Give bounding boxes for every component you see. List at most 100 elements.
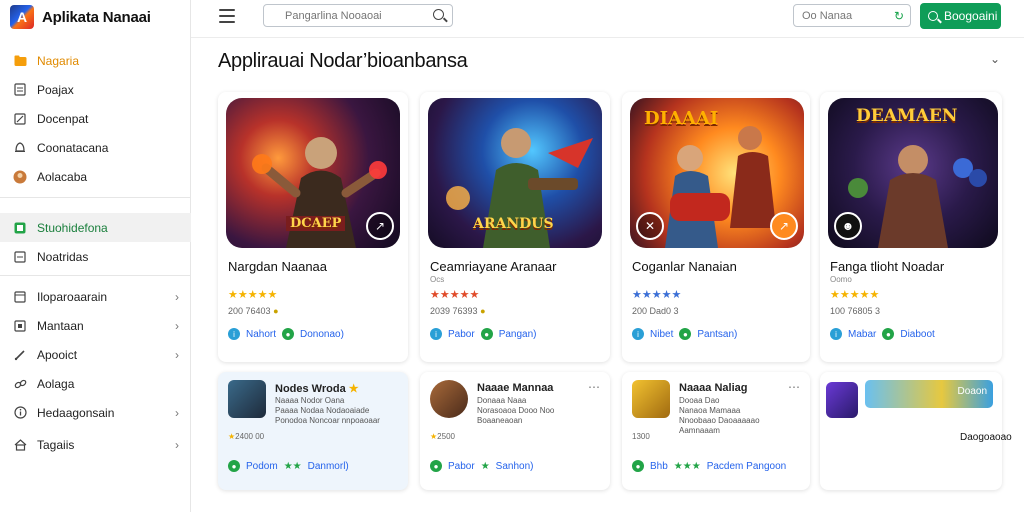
launch-badge-icon[interactable]: ↗ (770, 212, 798, 240)
list-card[interactable]: Nodes Wroda ★ Naaaa Nodor Oana Paaaa Nod… (218, 372, 408, 490)
logo-icon: A (10, 5, 34, 29)
sidebar-item-aolaga[interactable]: Aolaga (0, 369, 191, 398)
game-logo-text: ARANDUS (473, 216, 554, 232)
leaf-icon: ● (632, 460, 644, 472)
card-title[interactable]: Naaaa Naliag (679, 382, 747, 394)
link-icon (13, 377, 27, 391)
sidebar-item-label: Docenpat (37, 111, 89, 126)
bell-icon (13, 141, 27, 155)
more-options-icon[interactable]: ⋯ (588, 380, 600, 394)
app-thumbnail: ARANDUS (428, 98, 602, 248)
chevron-right-icon: › (175, 405, 179, 420)
refresh-icon[interactable]: ↻ (894, 9, 904, 23)
search-icon (928, 11, 938, 21)
chevron-down-icon[interactable]: ⌄ (990, 52, 1000, 66)
studio-badge-icon[interactable]: ☻ (834, 212, 862, 240)
folder-icon (13, 54, 27, 68)
page-title: Applirauai Nodar’bioanbansa (218, 50, 468, 72)
card-title[interactable]: Ceamriayane Aranaar (430, 259, 556, 274)
app-card[interactable]: DEAMAEN ☻ Fanga tlioht Noadar Oomo ★★★★★… (820, 92, 1002, 362)
edit-icon (13, 112, 27, 126)
app-logo[interactable]: A Aplikata Nanaai (10, 4, 151, 30)
app-card[interactable]: DIAAAI ✕ ↗ Coganlar Nanaian ★★★★★ 200 Da… (622, 92, 810, 362)
promo-banner[interactable]: Doaon (865, 380, 993, 408)
avatar-icon (13, 170, 27, 184)
search-input[interactable] (285, 9, 435, 22)
tools-badge-icon[interactable]: ✕ (636, 212, 664, 240)
leaf-icon: ● (228, 460, 240, 472)
card-footer[interactable]: i Nahort ● Dononao) (228, 328, 344, 340)
more-options-icon[interactable]: ⋯ (788, 380, 800, 394)
card-title[interactable]: Fanga tlioht Noadar (830, 259, 944, 274)
sidebar-item-coonatacana[interactable]: Coonatacana (0, 133, 191, 162)
sidebar-item-label: Hedaagonsain (37, 405, 115, 420)
sidebar-item-noatridas[interactable]: Noatridas (0, 242, 191, 271)
sidebar-item-iloparoaarain[interactable]: Iloparoaarain › (0, 282, 191, 311)
sidebar-item-tagaiis[interactable]: Tagaiis › (0, 430, 191, 459)
sidebar-item-label: Stuohidefona (37, 220, 108, 235)
info-icon: i (830, 328, 842, 340)
box-icon (13, 290, 27, 304)
sidebar-item-nagaria[interactable]: Nagaria (0, 46, 191, 75)
sidebar: A Aplikata Nanaai Nagaria Poajax Docenpa… (0, 0, 191, 512)
sidebar-item-label: Tagaiis (37, 437, 75, 452)
info-icon: i (632, 328, 644, 340)
sidebar-item-apooict[interactable]: Apooict › (0, 340, 191, 369)
filter-select[interactable]: Oo Nanaa ↻ (793, 4, 911, 27)
card-subtitle: Oomo (830, 275, 852, 284)
search-icon[interactable] (433, 9, 444, 20)
sidebar-item-aolacaba[interactable]: Aolacaba (0, 162, 191, 191)
leaf-icon: ● (430, 460, 442, 472)
leaf-icon: ● (282, 328, 295, 340)
app-thumbnail: DCAEP ↗ (226, 98, 400, 248)
sidebar-divider (0, 197, 191, 198)
sidebar-divider (0, 275, 191, 276)
sidebar-item-docenpat[interactable]: Docenpat (0, 104, 191, 133)
card-description: Donaaa Naaa Norasoaoa Dooo Noo Boaaneaoa… (477, 396, 555, 425)
leaf-icon: ● (480, 328, 493, 340)
sidebar-item-label: Iloparoaarain (37, 289, 108, 304)
search-box[interactable] (263, 4, 453, 27)
info-icon (13, 406, 27, 420)
play-badge-icon[interactable]: ↗ (366, 212, 394, 240)
card-title[interactable]: Naaae Mannaa (477, 382, 553, 394)
card-meta: ★2400 00 (228, 432, 265, 441)
card-meta: 2039 76393 ● (430, 306, 486, 316)
app-card[interactable]: DCAEP ↗ Nargdan Naanaa ★★★★★ 200 76403 ●… (218, 92, 408, 362)
game-logo-text: DIAAAI (644, 108, 719, 129)
box-icon (13, 319, 27, 333)
sidebar-item-label: Apooict (37, 347, 78, 362)
search-button-label: Boogoaini (944, 9, 998, 23)
card-footer[interactable]: ● Pabor ★ Sanhon) (430, 460, 533, 472)
card-footer[interactable]: ● Podom ★★ Danmorl) (228, 460, 349, 472)
app-thumbnail: DEAMAEN ☻ (828, 98, 998, 248)
sidebar-item-hedaagonsain[interactable]: Hedaagonsain › (0, 398, 191, 427)
search-button[interactable]: Boogoaini (920, 3, 1001, 29)
avatar (826, 382, 858, 418)
sidebar-item-mantaan[interactable]: Mantaan › (0, 311, 191, 340)
app-card[interactable]: ARANDUS Ceamriayane Aranaar Ocs ★★★★★ 20… (420, 92, 610, 362)
sidebar-item-poajax[interactable]: Poajax (0, 75, 191, 104)
card-footer[interactable]: ● Bhb ★★★ Pacdem Pangoon (632, 460, 786, 472)
card-subtitle: Ocs (430, 275, 445, 284)
list-card[interactable]: Naaaa Naliag ⋯ Dooaa Dao Nanaoa Mamaaa N… (622, 372, 810, 490)
sidebar-nav-secondary: Stuohidefona Noatridas (0, 213, 191, 271)
card-footer[interactable]: i Pabor ● Pangan) (430, 328, 537, 340)
sidebar-item-stuohidefona[interactable]: Stuohidefona (0, 213, 191, 242)
card-title[interactable]: Nodes Wroda ★ (275, 382, 359, 395)
card-meta: 100 76805 3 (830, 306, 881, 316)
document-icon (13, 83, 27, 97)
card-title[interactable]: Nargdan Naanaa (228, 259, 327, 274)
card-title[interactable]: Coganlar Nanaian (632, 259, 737, 274)
sidebar-item-label: Aolaga (37, 376, 75, 391)
card-description: Naaaa Nodor Oana Paaaa Nodaa Nodaoaiade … (275, 396, 380, 425)
list-card[interactable]: Naaae Mannaa ⋯ Donaaa Naaa Norasoaoa Doo… (420, 372, 610, 490)
rating-stars: ★★★★★ (632, 289, 682, 301)
hamburger-menu-icon[interactable] (219, 9, 235, 23)
sidebar-item-label: Poajax (37, 82, 74, 97)
card-footer[interactable]: i Mabar ● Diaboot (830, 328, 935, 340)
sidebar-nav-tertiary: Iloparoaarain › Mantaan › Apooict › Aola… (0, 282, 191, 459)
card-footer[interactable]: i Nibet ● Pantsan) (632, 328, 737, 340)
list-card[interactable]: Doaon Daogoaoao (820, 372, 1012, 490)
game-logo-text: DEAMAEN (856, 106, 958, 126)
